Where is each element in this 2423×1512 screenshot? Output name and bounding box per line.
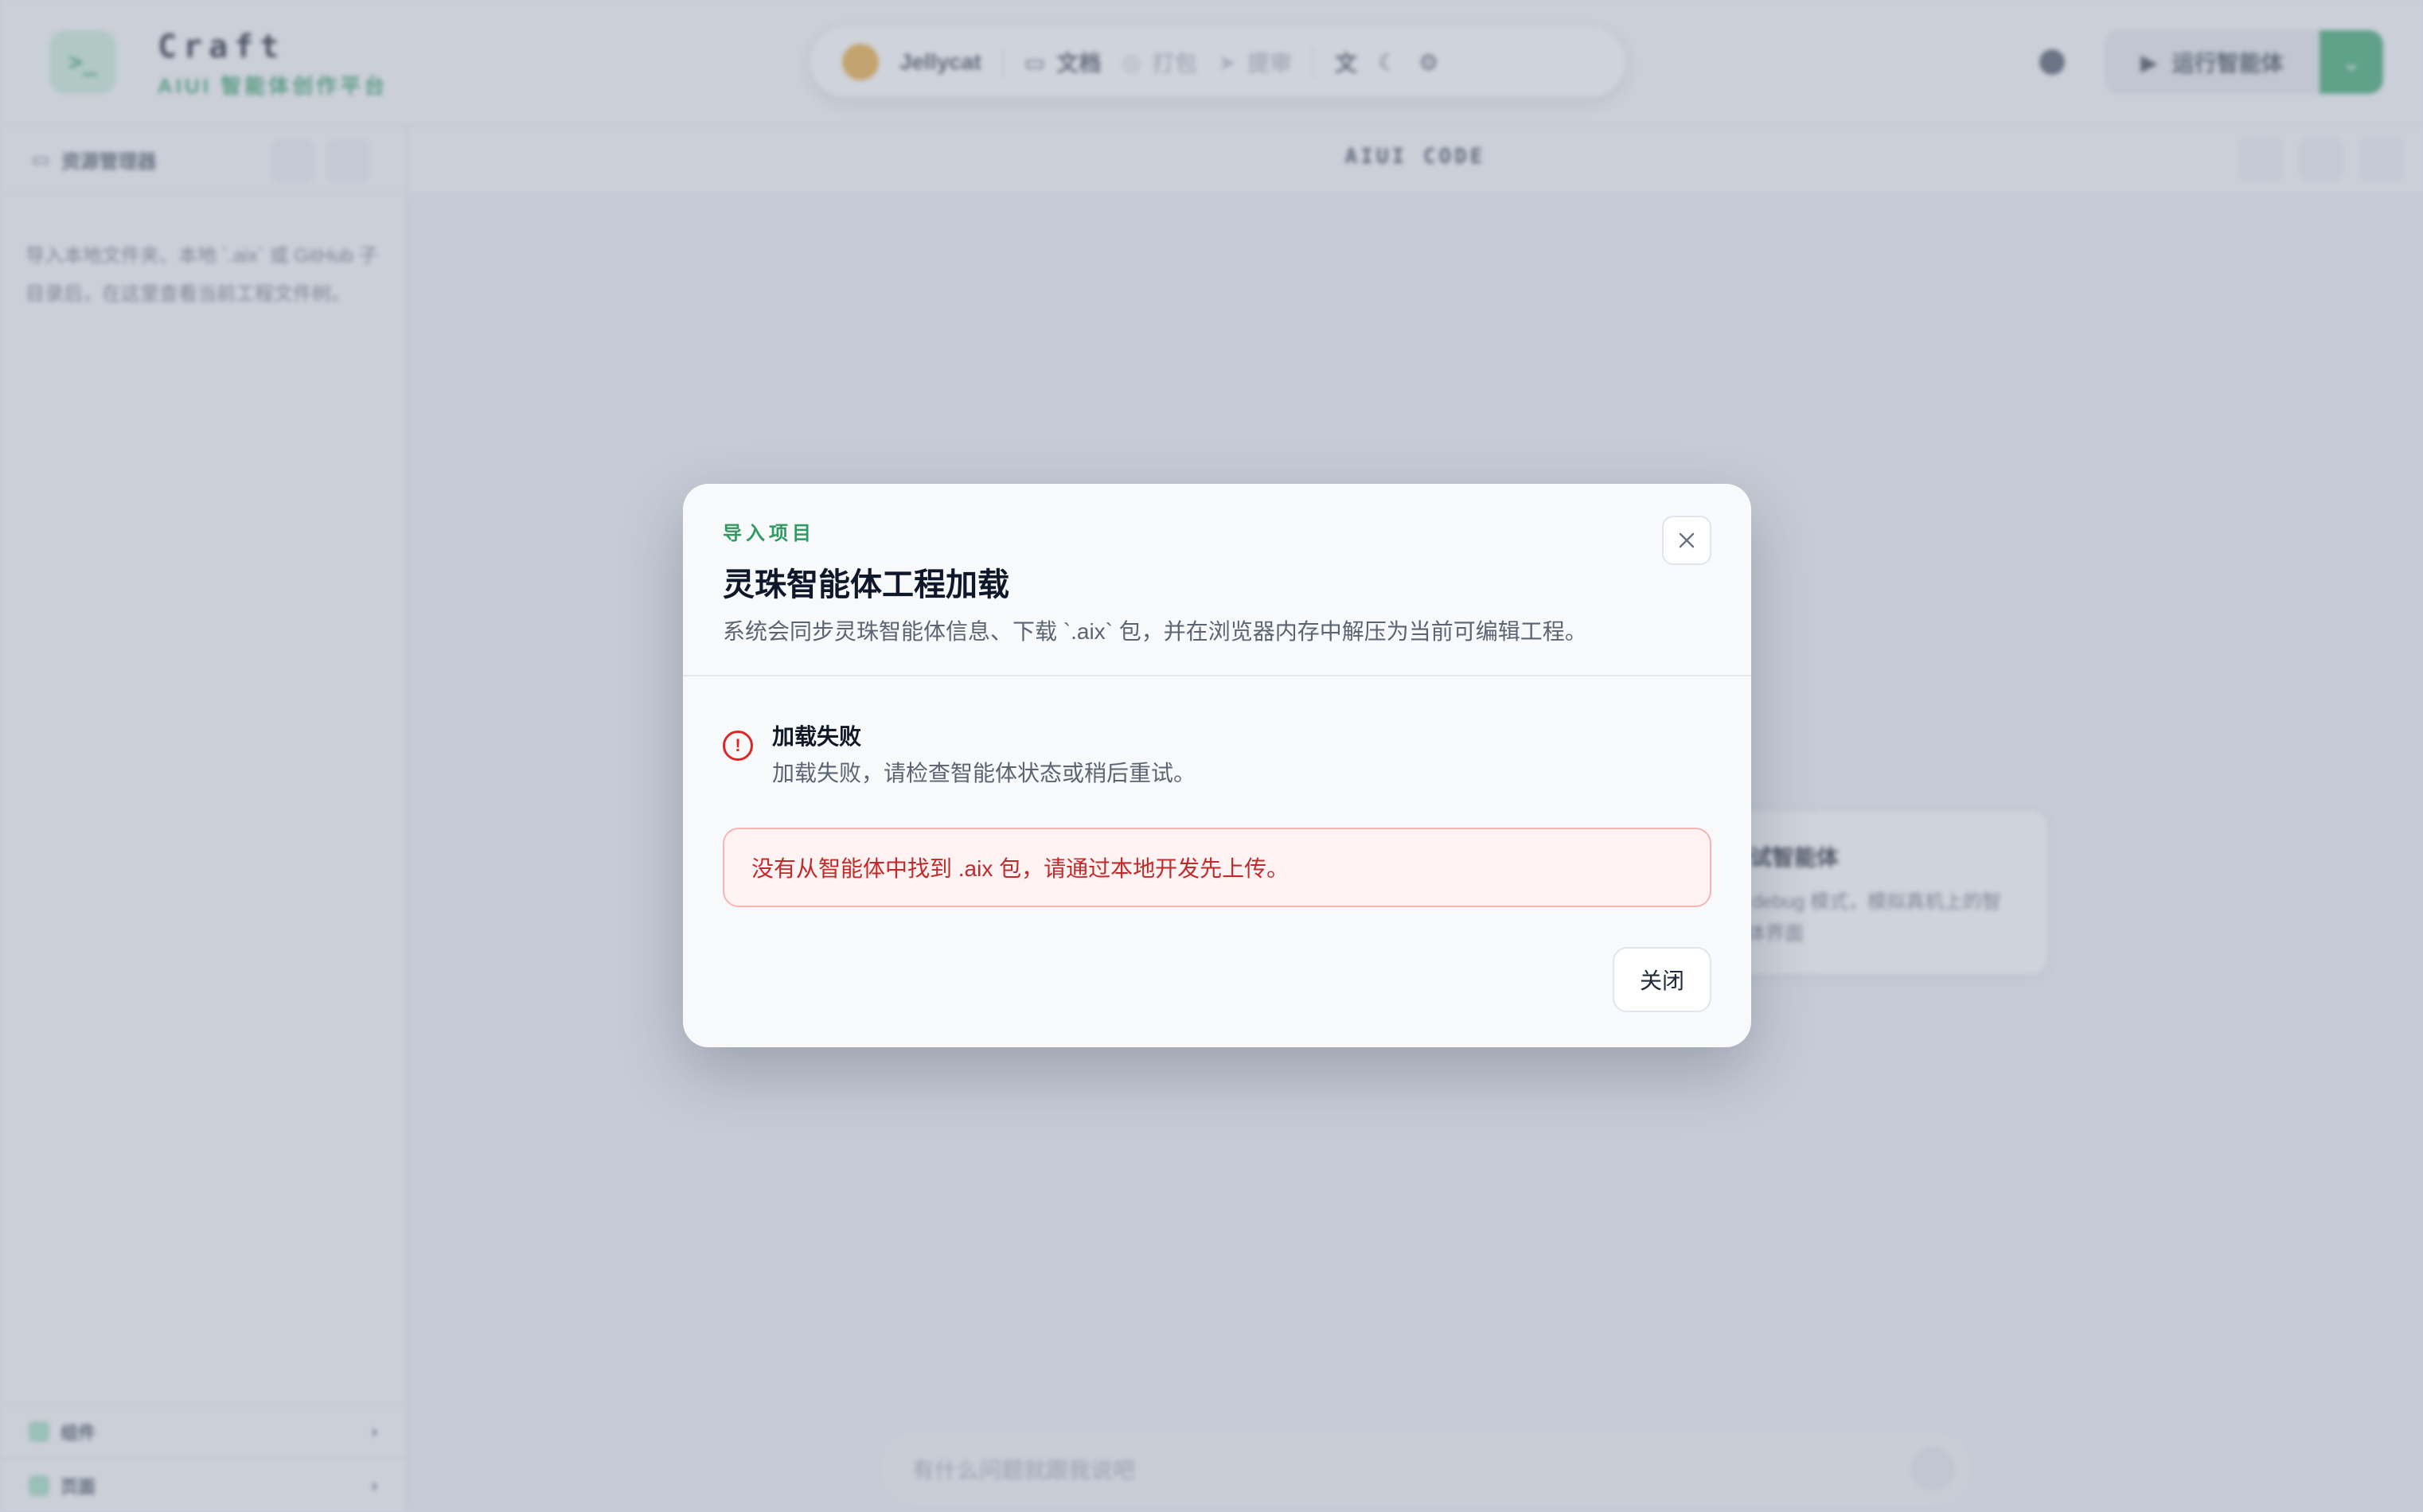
error-title: 加载失败: [772, 724, 862, 749]
error-detail-text: 没有从智能体中找到 .aix 包，请通过本地开发先上传。: [751, 856, 1290, 881]
error-description: 加载失败，请检查智能体状态或稍后重试。: [772, 761, 1196, 785]
import-modal: 导入项目 灵珠智能体工程加载 系统会同步灵珠智能体信息、下载 `.aix` 包，…: [683, 484, 1751, 1047]
modal-eyebrow: 导入项目: [723, 523, 815, 544]
error-detail-box: 没有从智能体中找到 .aix 包，请通过本地开发先上传。: [723, 828, 1711, 907]
close-icon[interactable]: [1662, 516, 1711, 565]
close-button[interactable]: 关闭: [1613, 947, 1711, 1012]
modal-title: 灵珠智能体工程加载: [723, 567, 1009, 602]
modal-header: 导入项目 灵珠智能体工程加载 系统会同步灵珠智能体信息、下载 `.aix` 包，…: [683, 484, 1751, 676]
alert-circle-icon: !: [723, 731, 753, 761]
modal-description: 系统会同步灵珠智能体信息、下载 `.aix` 包，并在浏览器内存中解压为当前可编…: [723, 619, 1587, 644]
